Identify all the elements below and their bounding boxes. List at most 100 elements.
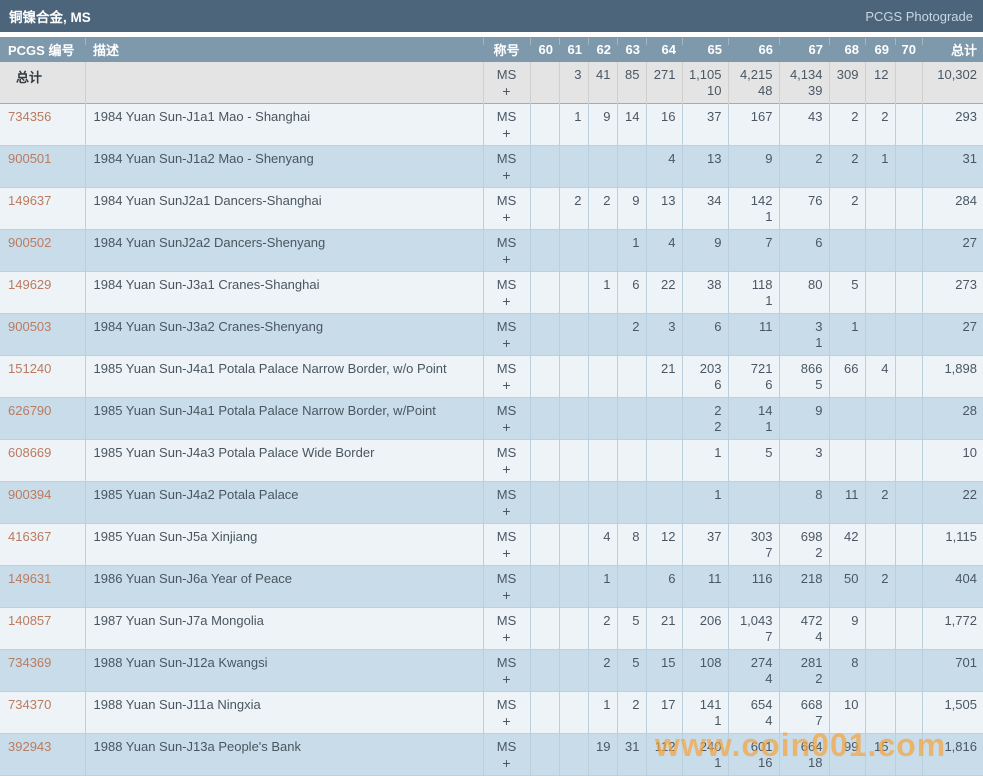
grade-count bbox=[589, 403, 611, 419]
grade-60-cell bbox=[530, 145, 560, 187]
pcgs-number-link[interactable]: 900503 bbox=[8, 319, 51, 334]
coin-description bbox=[85, 62, 484, 103]
pcgs-number-link[interactable]: 900394 bbox=[8, 487, 51, 502]
plus-count bbox=[780, 461, 823, 477]
pcgs-number-link[interactable]: 392943 bbox=[8, 739, 51, 754]
plus-count bbox=[866, 419, 889, 435]
coin-description: 1988 Yuan Sun-J12a Kwangsi bbox=[85, 649, 484, 691]
pcgs-number-link[interactable]: 900501 bbox=[8, 151, 51, 166]
coin-description: 1984 Yuan Sun-J1a1 Mao - Shanghai bbox=[85, 103, 484, 145]
coin-description: 1984 Yuan Sun-J3a1 Cranes-Shanghai bbox=[85, 271, 484, 313]
column-header-total: 总计 bbox=[922, 37, 983, 62]
grade-65-cell: 1 bbox=[682, 481, 729, 523]
grade-64-cell: 15 bbox=[646, 649, 683, 691]
table-row: 734356 1984 Yuan Sun-J1a1 Mao - Shanghai M… bbox=[0, 103, 983, 145]
grade-count bbox=[866, 445, 889, 461]
pcgs-number-link[interactable]: 608669 bbox=[8, 445, 51, 460]
plus-count bbox=[647, 83, 676, 99]
grade-68-cell: 50 bbox=[829, 565, 866, 607]
plus-count bbox=[560, 545, 582, 561]
plus-count bbox=[618, 209, 640, 225]
grade-69-cell bbox=[865, 607, 896, 649]
plus-count bbox=[618, 377, 640, 393]
pcgs-number-link[interactable]: 151240 bbox=[8, 361, 51, 376]
pcgs-number-link[interactable]: 626790 bbox=[8, 403, 51, 418]
plus-count bbox=[866, 503, 889, 519]
pcgs-number-link[interactable]: 900502 bbox=[8, 235, 51, 250]
grade-65-cell: 1,105 10 bbox=[682, 62, 729, 103]
grade-68-cell: 11 bbox=[829, 481, 866, 523]
plus-count bbox=[618, 335, 640, 351]
pcgs-number-link[interactable]: 734369 bbox=[8, 655, 51, 670]
plus-count bbox=[560, 167, 582, 183]
plus-count bbox=[866, 587, 889, 603]
plus-count: 6 bbox=[714, 376, 722, 392]
column-header-designation: 称号 bbox=[483, 37, 530, 62]
grade-63-cell: 2 bbox=[617, 313, 647, 355]
grade-68-cell: 309 bbox=[829, 62, 866, 103]
photograde-link[interactable]: PCGS Photograde bbox=[865, 9, 973, 24]
grade-63-cell: 5 bbox=[617, 649, 647, 691]
pcgs-number-cell: 900503 bbox=[0, 313, 86, 355]
pcgs-number-link[interactable]: 140857 bbox=[8, 613, 51, 628]
grade-count: 6 bbox=[815, 234, 823, 250]
grade-66-cell: 142 1 bbox=[728, 187, 780, 229]
pcgs-number-cell: 734369 bbox=[0, 649, 86, 691]
grade-64-cell: 4 bbox=[646, 229, 683, 271]
grade-63-cell: 2 bbox=[617, 691, 647, 733]
grade-count bbox=[866, 277, 889, 293]
plus-count bbox=[531, 293, 553, 309]
grade-count: 15 bbox=[874, 738, 889, 754]
grade-count: 11 bbox=[759, 318, 773, 334]
row-total-cell: 1,505 bbox=[922, 691, 983, 733]
grade-count: 4,215 bbox=[739, 67, 773, 82]
plus-count bbox=[647, 629, 676, 645]
total-count: 27 bbox=[962, 318, 977, 334]
total-count: 701 bbox=[955, 654, 977, 670]
grade-count bbox=[531, 361, 553, 377]
grade-count: 1,105 bbox=[688, 67, 722, 82]
plus-count bbox=[531, 167, 553, 183]
pcgs-number-link[interactable]: 734356 bbox=[8, 109, 51, 124]
grade-count: 7 bbox=[765, 234, 773, 250]
grade-68-cell bbox=[829, 229, 866, 271]
grade-62-cell bbox=[588, 397, 618, 439]
plus-count bbox=[896, 587, 916, 603]
row-total-cell: 404 bbox=[922, 565, 983, 607]
grade-62-cell bbox=[588, 439, 618, 481]
grade-count: 2 bbox=[851, 150, 859, 166]
designation-cell: MS + bbox=[483, 691, 531, 733]
pcgs-number-link[interactable]: 734370 bbox=[8, 697, 51, 712]
pcgs-number-link[interactable]: 149631 bbox=[8, 571, 51, 586]
grade-count bbox=[560, 403, 582, 419]
pcgs-number-cell: 900502 bbox=[0, 229, 86, 271]
grade-61-cell bbox=[559, 481, 589, 523]
row-total-cell: 1,772 bbox=[922, 607, 983, 649]
grade-69-cell: 12 bbox=[865, 62, 896, 103]
designation-ms: MS bbox=[496, 276, 517, 292]
pcgs-number-cell: 149637 bbox=[0, 187, 86, 229]
plus-count bbox=[618, 125, 640, 141]
grade-69-cell bbox=[865, 523, 896, 565]
pcgs-number-link[interactable]: 416367 bbox=[8, 529, 51, 544]
plus-count bbox=[896, 755, 916, 771]
grade-count: 2 bbox=[881, 486, 889, 502]
column-header-description: 描述 bbox=[85, 37, 483, 62]
grade-69-cell bbox=[865, 649, 896, 691]
grade-69-cell bbox=[865, 397, 896, 439]
grade-count bbox=[531, 67, 553, 83]
grade-62-cell: 2 bbox=[588, 187, 618, 229]
grade-count: 2 bbox=[632, 318, 640, 334]
total-plus bbox=[923, 755, 978, 771]
grade-count bbox=[531, 235, 553, 251]
plus-count bbox=[560, 461, 582, 477]
grade-60-cell bbox=[530, 565, 560, 607]
grade-60-cell bbox=[530, 229, 560, 271]
plus-count bbox=[683, 461, 722, 477]
grade-count: 1 bbox=[574, 108, 582, 124]
column-header-row: PCGS 编号 描述 称号 60 61 62 63 64 65 66 67 68… bbox=[0, 37, 983, 62]
pcgs-number-link[interactable]: 149629 bbox=[8, 277, 51, 292]
grade-64-cell: 4 bbox=[646, 145, 683, 187]
total-plus bbox=[923, 671, 978, 687]
pcgs-number-link[interactable]: 149637 bbox=[8, 193, 51, 208]
